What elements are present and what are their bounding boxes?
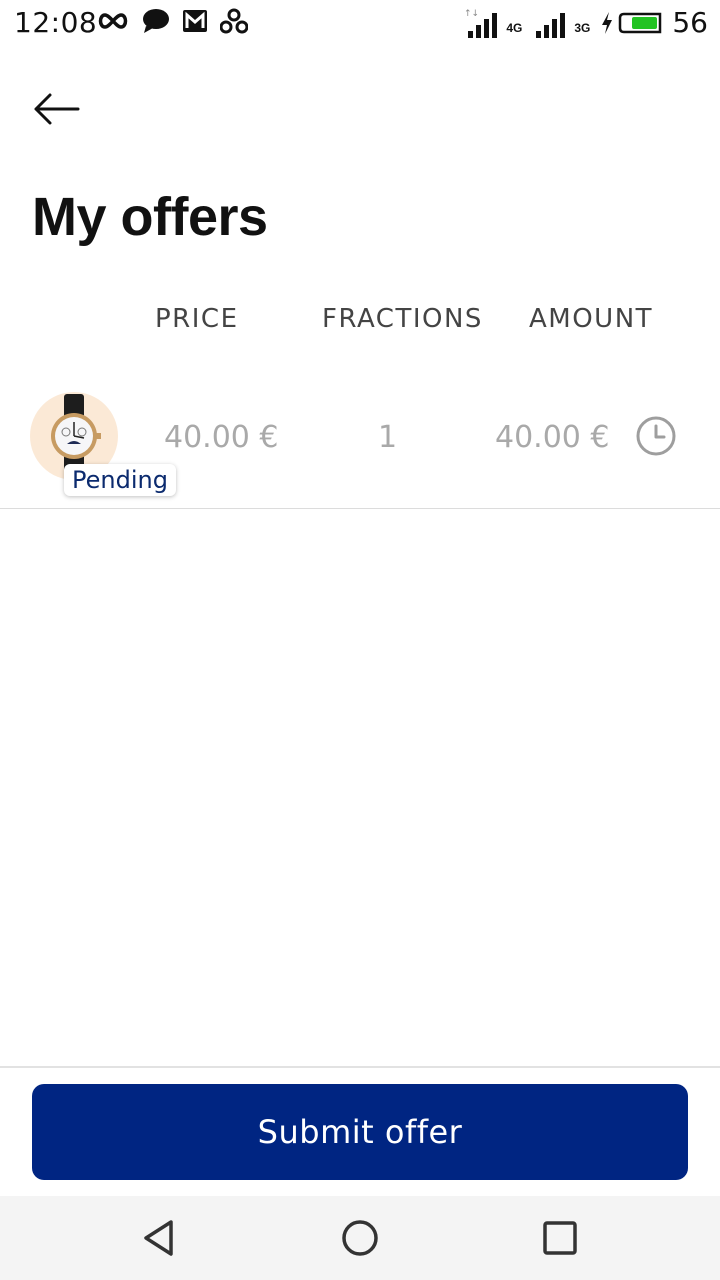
nav-home-button[interactable] — [336, 1214, 384, 1262]
battery-percent: 56 — [672, 6, 708, 39]
infinity-icon — [98, 13, 128, 29]
column-header-price: PRICE — [155, 304, 239, 334]
battery-icon — [619, 12, 662, 33]
clock-icon — [636, 416, 676, 456]
network-type-2: 3G — [574, 20, 591, 35]
offer-amount: 40.00 € — [495, 420, 610, 455]
charging-icon — [602, 11, 613, 34]
status-time: 12:08 — [14, 6, 98, 39]
share-icon — [220, 8, 248, 34]
arrow-left-icon — [34, 93, 80, 125]
nav-back-button[interactable] — [136, 1214, 184, 1262]
submit-offer-button[interactable]: Submit offer — [32, 1084, 688, 1180]
gmail-icon — [183, 10, 207, 32]
system-icons: ↑↓ 4G 3G 56 — [462, 6, 708, 39]
signal-icon — [536, 12, 566, 38]
column-header-fractions: FRACTIONS — [322, 304, 483, 334]
svg-text:↑↓: ↑↓ — [464, 9, 479, 19]
back-button[interactable] — [26, 84, 86, 134]
recent-square-icon — [543, 1221, 577, 1255]
system-nav-bar — [0, 1196, 720, 1280]
bottom-divider — [0, 1066, 720, 1068]
chat-icon — [143, 9, 169, 33]
notification-icons — [96, 8, 248, 34]
nav-recent-button[interactable] — [536, 1214, 584, 1262]
signal-icon: ↑↓ — [464, 9, 498, 38]
offer-row[interactable]: Pending 40.00 € 1 40.00 € — [0, 380, 720, 509]
offer-price: 40.00 € — [164, 420, 279, 455]
network-type-1: 4G — [506, 20, 523, 35]
back-triangle-icon — [144, 1220, 173, 1256]
column-header-amount: AMOUNT — [529, 304, 654, 334]
page-title: My offers — [32, 187, 268, 247]
home-circle-icon — [342, 1220, 378, 1256]
status-badge: Pending — [64, 464, 176, 496]
offer-fractions: 1 — [378, 420, 398, 455]
status-bar: 12:08 ↑↓ 4G 3G 56 — [0, 0, 720, 46]
